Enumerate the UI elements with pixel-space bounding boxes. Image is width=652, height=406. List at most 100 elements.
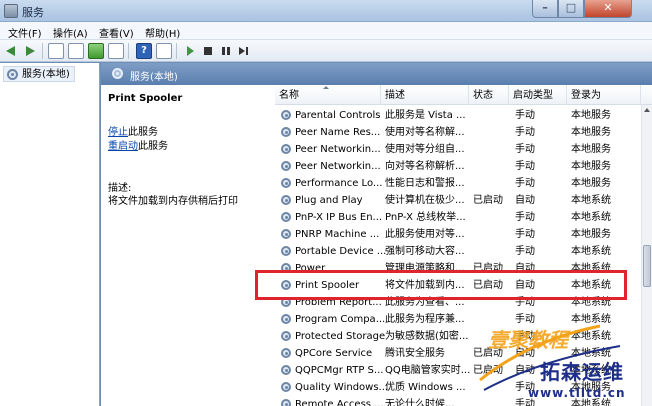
service-gear-icon bbox=[281, 161, 291, 171]
cell-status bbox=[473, 107, 509, 124]
column-header-status[interactable]: 状态 bbox=[469, 85, 509, 105]
cell-status bbox=[473, 209, 509, 226]
menu-action[interactable]: 操作(A) bbox=[53, 25, 88, 40]
cell-description: 使用对等分组自... bbox=[385, 144, 465, 155]
service-gear-icon bbox=[281, 365, 291, 375]
column-header-label: 名称 bbox=[279, 90, 299, 101]
service-gear-icon bbox=[281, 297, 291, 307]
cell-status bbox=[473, 124, 509, 141]
scrollbar-thumb[interactable] bbox=[643, 245, 651, 287]
stop-service-icon[interactable] bbox=[200, 43, 216, 59]
back-arrow-icon[interactable] bbox=[4, 43, 20, 59]
cell-name: QPCore Service bbox=[295, 348, 373, 359]
table-row[interactable]: Peer Networkin... 使用对等分组自... 手动 本地服务 bbox=[275, 141, 652, 158]
cell-name: QQPCMgr RTP S... bbox=[295, 365, 384, 376]
column-header-label: 描述 bbox=[385, 90, 405, 101]
table-row[interactable]: Problem Report... 此服务为查看、... 手动 本地系统 bbox=[275, 294, 652, 311]
table-row[interactable]: Protected Storage 为敏感数据(如密... 手动 本地系统 bbox=[275, 328, 652, 345]
sort-ascending-icon bbox=[323, 86, 329, 89]
title-bar: 服务 – □ ✕ bbox=[0, 0, 652, 22]
service-gear-icon bbox=[281, 314, 291, 324]
table-row[interactable]: Peer Name Res... 使用对等名称解... 手动 本地服务 bbox=[275, 124, 652, 141]
panel-title: 服务(本地) bbox=[130, 72, 178, 83]
cell-startup-type: 手动 bbox=[515, 178, 535, 189]
cell-name: Parental Controls bbox=[295, 110, 381, 121]
cell-name: Peer Networkin... bbox=[295, 161, 381, 172]
cell-name: Protected Storage bbox=[295, 331, 386, 342]
cell-startup-type: 手动 bbox=[515, 161, 535, 172]
show-tree-icon[interactable] bbox=[48, 43, 64, 59]
forward-arrow-icon[interactable] bbox=[22, 43, 38, 59]
properties-list-icon[interactable] bbox=[68, 43, 84, 59]
table-row[interactable]: Performance Lo... 性能日志和警报... 手动 本地服务 bbox=[275, 175, 652, 192]
cell-description: 管理电源策略和... bbox=[385, 263, 465, 274]
minimize-button[interactable]: – bbox=[532, 0, 558, 18]
console-icon[interactable] bbox=[156, 43, 172, 59]
table-row[interactable]: Peer Networkin... 向对等名称解析... 手动 本地服务 bbox=[275, 158, 652, 175]
description-text: 将文件加载到内存供稍后打印 bbox=[108, 196, 238, 207]
table-row[interactable]: Print Spooler 将文件加载到内... 已启动 自动 本地系统 bbox=[275, 277, 652, 294]
service-gear-icon bbox=[281, 399, 291, 406]
export-list-icon[interactable] bbox=[108, 43, 124, 59]
refresh-icon[interactable] bbox=[88, 43, 104, 59]
table-row[interactable]: QQPCMgr RTP S... QQ电脑管家实时... 已启动 自动 本地系统 bbox=[275, 362, 652, 379]
selected-service-name: Print Spooler bbox=[108, 93, 183, 104]
service-gear-icon bbox=[281, 229, 291, 239]
column-header-startup-type[interactable]: 启动类型 bbox=[509, 85, 567, 105]
cell-logon-as: 本地服务 bbox=[571, 144, 611, 155]
service-gear-icon bbox=[281, 178, 291, 188]
restart-service-link[interactable]: 重启动 bbox=[108, 141, 138, 152]
cell-startup-type: 手动 bbox=[515, 382, 535, 393]
restart-service-icon[interactable] bbox=[236, 43, 252, 59]
cell-status: 已启动 bbox=[473, 365, 503, 376]
cell-description: 此服务为查看、... bbox=[385, 297, 465, 308]
vertical-scrollbar[interactable] bbox=[641, 105, 652, 406]
cell-logon-as: 本地服务 bbox=[571, 229, 611, 240]
gear-icon bbox=[112, 68, 123, 79]
cell-description: 优质 Windows ... bbox=[385, 382, 466, 393]
cell-status bbox=[473, 294, 509, 311]
table-row[interactable]: Remote Access ... 无论什么时候... 手动 本地系统 bbox=[275, 396, 652, 406]
cell-name: PNRP Machine ... bbox=[295, 229, 380, 240]
start-service-icon[interactable] bbox=[182, 43, 198, 59]
column-header-logon-as[interactable]: 登录为 bbox=[567, 85, 641, 105]
table-row[interactable]: PNRP Machine ... 此服务使用对等... 手动 本地服务 bbox=[275, 226, 652, 243]
menu-view[interactable]: 查看(V) bbox=[99, 25, 134, 40]
scroll-up-arrow-icon[interactable] bbox=[644, 108, 650, 112]
table-row[interactable]: Parental Controls 此服务是 Vista ... 手动 本地服务 bbox=[275, 107, 652, 124]
cell-name: Portable Device ... bbox=[295, 246, 387, 257]
table-row[interactable]: Power 管理电源策略和... 已启动 自动 本地系统 bbox=[275, 260, 652, 277]
cell-status: 已启动 bbox=[473, 195, 503, 206]
table-row[interactable]: QPCore Service 腾讯安全服务 已启动 自动 本地系统 bbox=[275, 345, 652, 362]
help-icon[interactable]: ? bbox=[136, 43, 152, 59]
tree-item-label: 服务(本地) bbox=[22, 69, 70, 80]
column-header-name[interactable]: 名称 bbox=[275, 85, 381, 105]
cell-name: Print Spooler bbox=[295, 280, 360, 291]
cell-startup-type: 手动 bbox=[515, 229, 535, 240]
cell-description: 使用对等名称解... bbox=[385, 127, 465, 138]
cell-description: 将文件加载到内... bbox=[385, 280, 465, 291]
gear-icon bbox=[7, 69, 18, 80]
cell-logon-as: 本地服务 bbox=[571, 178, 611, 189]
service-gear-icon bbox=[281, 382, 291, 392]
table-row[interactable]: Program Compa... 此服务为程序兼... 手动 本地系统 bbox=[275, 311, 652, 328]
cell-name: Program Compa... bbox=[295, 314, 386, 325]
cell-startup-type: 手动 bbox=[515, 127, 535, 138]
tree-item-services-local[interactable]: 服务(本地) bbox=[3, 66, 75, 82]
cell-logon-as: 本地系统 bbox=[571, 263, 611, 274]
cell-startup-type: 手动 bbox=[515, 246, 535, 257]
menu-help[interactable]: 帮助(H) bbox=[145, 25, 180, 40]
pause-service-icon[interactable] bbox=[218, 43, 234, 59]
cell-startup-type: 手动 bbox=[515, 144, 535, 155]
maximize-button[interactable]: □ bbox=[558, 0, 584, 18]
column-header-description[interactable]: 描述 bbox=[381, 85, 469, 105]
table-row[interactable]: PnP-X IP Bus En... PnP-X 总线枚举... 手动 本地系统 bbox=[275, 209, 652, 226]
cell-status bbox=[473, 158, 509, 175]
menu-file[interactable]: 文件(F) bbox=[8, 25, 42, 40]
table-row[interactable]: Plug and Play 使计算机在极少... 已启动 自动 本地系统 bbox=[275, 192, 652, 209]
table-row[interactable]: Portable Device ... 强制可移动大容... 手动 本地系统 bbox=[275, 243, 652, 260]
cell-startup-type: 自动 bbox=[515, 195, 535, 206]
table-row[interactable]: Quality Windows... 优质 Windows ... 手动 本地服务 bbox=[275, 379, 652, 396]
stop-service-line: 停止此服务 bbox=[108, 123, 158, 138]
close-button[interactable]: ✕ bbox=[584, 0, 632, 18]
